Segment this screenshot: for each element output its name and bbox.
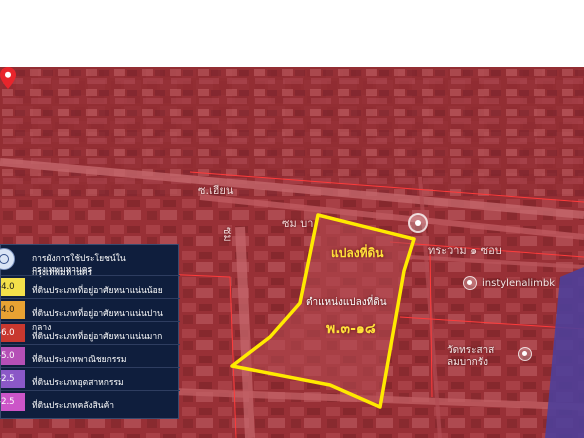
legend-row: -6.0 ที่ดินประเภทที่อยู่อาศัยหนาแน่นมาก — [0, 321, 180, 344]
legend-row: -2.5 ที่ดินประเภทคลังสินค้า — [0, 390, 180, 413]
legend-far: -2.5 — [0, 374, 15, 384]
road-label-hian: ซ.เฮียน — [198, 184, 234, 197]
location-pin-icon[interactable] — [0, 67, 16, 89]
top-blank-area — [0, 0, 584, 67]
legend-label: ที่ดินประเภทคลังสินค้า — [32, 401, 115, 411]
legend-row: -2.5 ที่ดินประเภทอุตสาหกรรม — [0, 367, 180, 390]
plot-code: พ.๓-๑๘ — [326, 321, 376, 337]
legend-row: -5.0 ที่ดินประเภทพาณิชยกรรม — [0, 344, 180, 367]
legend-label: ที่ดินประเภทที่อยู่อาศัยหนาแน่นมาก — [32, 332, 163, 342]
legend-far: -5.0 — [0, 351, 15, 361]
legend-header: การผังการใช้ประโยชน์ในกรุงเทพมหานคร กรุง… — [0, 245, 180, 278]
legend-far: -4.0 — [0, 305, 15, 315]
place-label-temple: วัดทระสาส — [447, 345, 495, 356]
poi-icon[interactable] — [518, 347, 532, 361]
bma-logo-icon — [0, 248, 15, 270]
pin-label: ตำแหน่งแปลงที่ดิน — [306, 297, 387, 308]
place-label-instylenalimbk: instylenalimbk — [482, 278, 555, 289]
zoning-legend: การผังการใช้ประโยชน์ในกรุงเทพมหานคร กรุง… — [0, 244, 180, 419]
place-label-temple-2: ลมบากรัง — [447, 357, 488, 368]
legend-label: ที่ดินประเภทพาณิชยกรรม — [32, 355, 127, 365]
legend-row: -4.0 ที่ดินประเภทที่อยู่อาศัยหนาแน่นปานก… — [0, 298, 180, 333]
plot-title: แปลงที่ดิน — [331, 246, 384, 260]
road-label-center: ซม บา — [282, 217, 314, 230]
poi-icon[interactable] — [463, 276, 477, 290]
legend-far: -6.0 — [0, 328, 15, 338]
road-label-vertical: ซม — [221, 227, 234, 242]
legend-label: ที่ดินประเภทอุตสาหกรรม — [32, 378, 124, 388]
legend-label: ที่ดินประเภทที่อยู่อาศัยหนาแน่นน้อย — [32, 286, 163, 296]
poi-icon[interactable] — [408, 213, 428, 233]
legend-far: -2.5 — [0, 397, 15, 407]
legend-subtitle: กรุงเทพมหานคร — [32, 265, 93, 275]
legend-row: -4.0 ที่ดินประเภทที่อยู่อาศัยหนาแน่นน้อย — [0, 275, 180, 298]
road-label-east: ทระวาม ๑ ซอบ — [428, 244, 502, 257]
legend-far: -4.0 — [0, 282, 15, 292]
